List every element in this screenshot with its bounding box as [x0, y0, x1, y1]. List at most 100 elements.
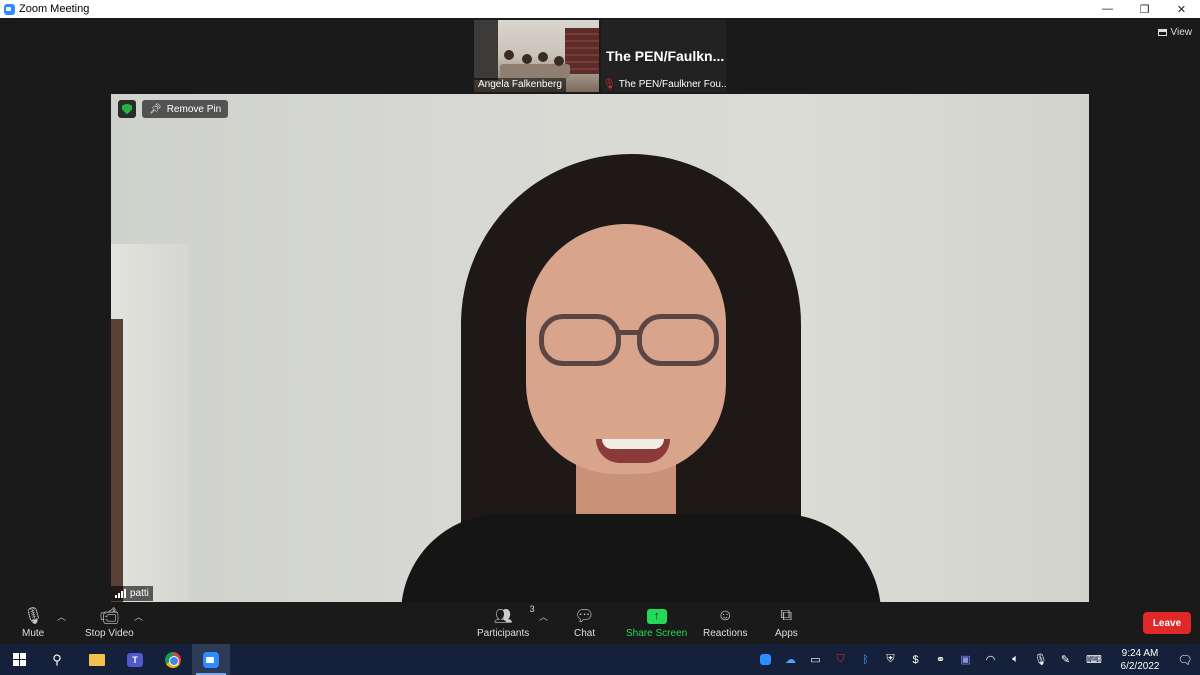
- tray-teams-icon[interactable]: ▣: [953, 644, 978, 675]
- connection-signal-icon: [115, 589, 126, 598]
- clock-time: 9:24 AM: [1121, 647, 1159, 659]
- title-bar: Zoom Meeting — ❐ ✕: [0, 0, 1200, 18]
- speaker-name: patti: [130, 588, 149, 599]
- view-button-label: View: [1170, 26, 1193, 38]
- apps-icon: ⧉: [780, 607, 793, 624]
- link-icon[interactable]: ⚭: [928, 644, 953, 675]
- thumbnail-pillar: [474, 20, 498, 80]
- glasses-lens-left: [539, 314, 621, 366]
- thumbnail-name-label: Angela Falkenberg: [474, 78, 566, 92]
- speaker-shirt: [401, 514, 881, 602]
- participants-options-chevron-icon[interactable]: ︿: [539, 610, 548, 623]
- bluetooth-icon[interactable]: ᛒ: [853, 644, 878, 675]
- participant-thumbnail-video[interactable]: Angela Falkenberg: [474, 20, 599, 92]
- windows-logo-icon: [12, 653, 26, 666]
- reactions-label: Reactions: [703, 628, 748, 639]
- share-screen-icon: ↑: [646, 606, 667, 626]
- thumbnail-person: [554, 56, 564, 66]
- glasses-bridge: [619, 330, 639, 335]
- speaker-glasses: [539, 314, 719, 368]
- search-button[interactable]: ⚲: [38, 644, 76, 675]
- reactions-icon: ☺︎: [717, 607, 734, 624]
- participant-thumbnail-name[interactable]: The PEN/Faulkn... 🎙︎ The PEN/Faulkner Fo…: [601, 20, 726, 92]
- video-badges: 📌︎ Remove Pin: [118, 100, 229, 118]
- view-button[interactable]: View: [1157, 24, 1193, 40]
- folder-icon: [89, 653, 105, 666]
- muted-mic-icon: 🎙︎: [603, 79, 616, 90]
- speaker-name-tag: patti: [111, 586, 153, 601]
- security-shield-icon[interactable]: [118, 100, 136, 118]
- thumbnail-person: [522, 54, 532, 64]
- zoom-window: Zoom Meeting — ❐ ✕ View Angela Falkenber…: [0, 0, 1200, 675]
- participants-icon: 👥︎ 3: [493, 604, 535, 625]
- windows-taskbar: ⚲ T ☁ ▭ ⛉ ᛒ ⛨ $ ⚭ ▣ ◠ 🔈︎ 🎙︎ ✎ ⌨ 9:24 AM …: [0, 644, 1200, 675]
- pinned-speaker-video[interactable]: [111, 94, 1089, 602]
- share-screen-button[interactable]: ↑ Share Screen: [626, 606, 687, 639]
- battery-icon[interactable]: ▭: [803, 644, 828, 675]
- mute-button[interactable]: 🎙︎ Mute: [22, 606, 44, 639]
- meeting-stage: View Angela Falkenberg The PEN/Faulkn...…: [0, 18, 1200, 644]
- thumbnail-person: [538, 52, 548, 62]
- window-title: Zoom Meeting: [19, 3, 90, 15]
- zoom-app-icon: [4, 3, 15, 15]
- thumbnail-table: [500, 64, 570, 78]
- chat-label: Chat: [574, 628, 596, 639]
- pen-icon[interactable]: ✎: [1053, 644, 1078, 675]
- audio-options-chevron-icon[interactable]: ︿: [57, 610, 66, 623]
- video-door: [111, 319, 123, 602]
- volume-icon[interactable]: 🔈︎: [1003, 644, 1028, 675]
- remove-pin-label: Remove Pin: [166, 103, 222, 115]
- thumbnail-big-name: The PEN/Faulkn...: [606, 48, 725, 64]
- taskbar-file-explorer[interactable]: [78, 644, 116, 675]
- start-button[interactable]: [0, 644, 38, 675]
- reactions-button[interactable]: ☺︎ Reactions: [703, 606, 747, 639]
- wifi-icon[interactable]: ◠: [978, 644, 1003, 675]
- dollar-icon[interactable]: $: [903, 644, 928, 675]
- window-controls: — ❐ ✕: [1089, 0, 1200, 18]
- speaker-portrait: [401, 154, 901, 602]
- meeting-toolbar: 🎙︎ Mute ︿ 📹︎ Stop Video ︿ 👥︎ 3 Participa…: [0, 602, 1200, 644]
- stop-video-button[interactable]: 📹︎ Stop Video: [85, 606, 134, 639]
- security-icon[interactable]: ⛨: [878, 644, 903, 675]
- system-tray: ☁ ▭ ⛉ ᛒ ⛨ $ ⚭ ▣ ◠ 🔈︎ 🎙︎ ✎ ⌨ 9:24 AM 6/2/…: [753, 644, 1200, 675]
- thumbnail-person: [504, 50, 514, 60]
- taskbar-clock[interactable]: 9:24 AM 6/2/2022: [1110, 644, 1170, 675]
- restore-button[interactable]: ❐: [1126, 0, 1163, 18]
- apps-label: Apps: [775, 628, 798, 639]
- participants-count: 3: [529, 604, 535, 614]
- speaker-teeth: [602, 439, 664, 449]
- glasses-lens-right: [637, 314, 719, 366]
- chat-icon: 💬︎: [574, 608, 595, 625]
- chrome-icon: [165, 651, 181, 668]
- minimize-button[interactable]: —: [1089, 0, 1126, 18]
- tray-microphone-icon[interactable]: 🎙︎: [1028, 644, 1053, 675]
- clock-date: 6/2/2022: [1120, 660, 1160, 672]
- participants-label: Participants: [477, 628, 530, 639]
- thumbnail-name-label: 🎙︎ The PEN/Faulkner Fou...: [603, 79, 726, 90]
- pin-icon: 📌︎: [149, 103, 162, 115]
- tray-zoom-icon[interactable]: [753, 644, 778, 675]
- taskbar-teams[interactable]: T: [116, 644, 154, 675]
- video-options-chevron-icon[interactable]: ︿: [134, 610, 143, 623]
- teams-icon: T: [127, 652, 143, 667]
- thumbnail-bookshelf: [565, 28, 599, 74]
- thumbnail-name-text: The PEN/Faulkner Fou...: [618, 79, 726, 90]
- leave-button[interactable]: Leave: [1143, 612, 1191, 634]
- chat-button[interactable]: 💬︎ Chat: [574, 606, 595, 639]
- search-icon: ⚲: [52, 651, 62, 667]
- microphone-icon: 🎙︎: [22, 608, 44, 625]
- notification-icon[interactable]: 🗨︎: [1170, 644, 1200, 675]
- remove-pin-button[interactable]: 📌︎ Remove Pin: [142, 100, 229, 118]
- apps-button[interactable]: ⧉ Apps: [775, 606, 798, 639]
- taskbar-chrome[interactable]: [154, 644, 192, 675]
- keyboard-icon[interactable]: ⌨: [1078, 644, 1110, 675]
- participants-button[interactable]: 👥︎ 3 Participants: [477, 604, 535, 639]
- close-button[interactable]: ✕: [1163, 0, 1200, 18]
- camera-icon: 📹︎: [99, 608, 120, 625]
- mcafee-icon[interactable]: ⛉: [828, 644, 853, 675]
- taskbar-zoom[interactable]: [192, 644, 230, 675]
- zoom-icon: [203, 651, 219, 668]
- share-screen-label: Share Screen: [626, 628, 688, 639]
- mute-label: Mute: [22, 628, 45, 639]
- onedrive-icon[interactable]: ☁: [778, 644, 803, 675]
